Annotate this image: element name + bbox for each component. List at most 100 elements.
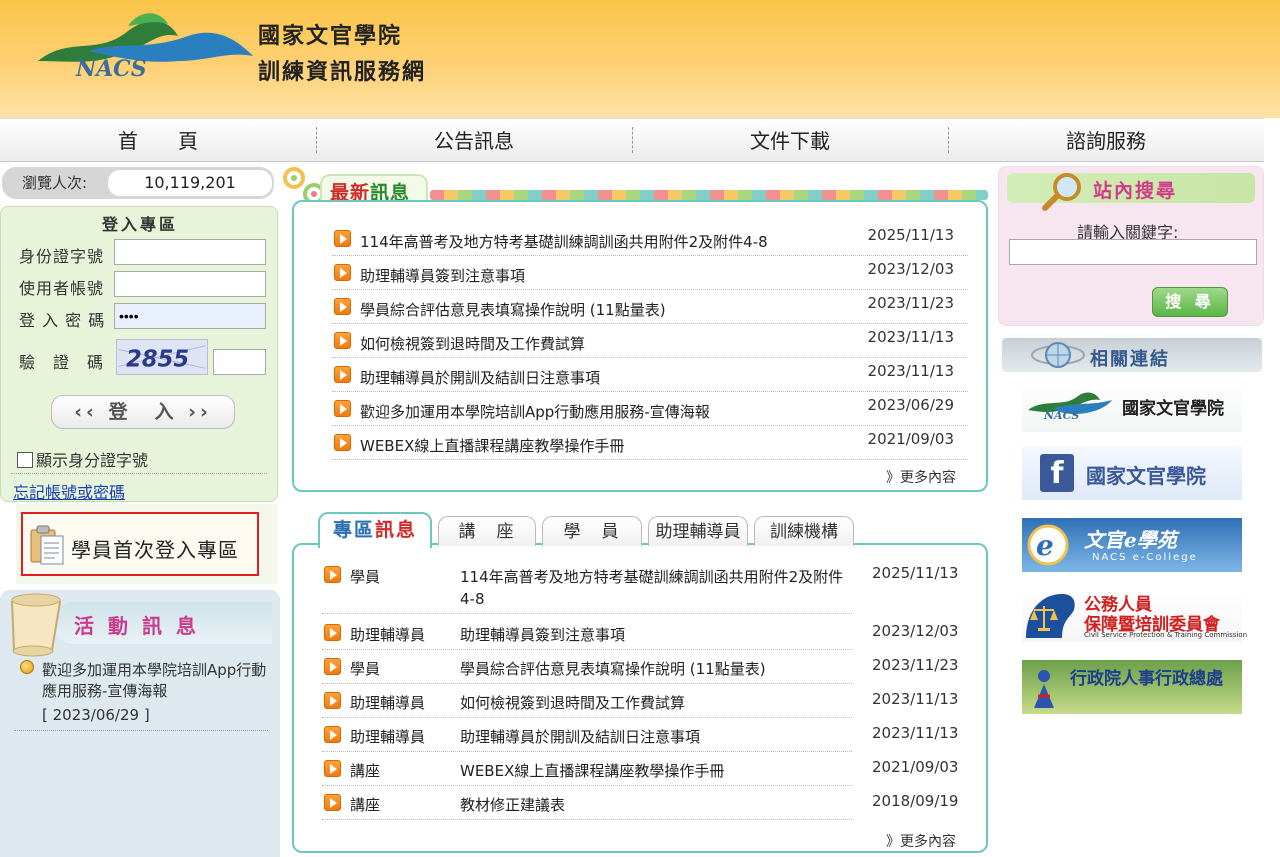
link-facebook-label: 國家文官學院 [1086, 464, 1206, 488]
news-title[interactable]: WEBEX線上直播課程講座教學操作手冊 [360, 435, 624, 456]
tab-lecturer[interactable]: 講 座 [438, 516, 536, 546]
activity-bullet-icon [20, 660, 34, 674]
play-bullet-icon [324, 794, 341, 811]
news-title[interactable]: 助理輔導員於開訓及結訓日注意事項 [360, 367, 600, 388]
news-category: 學員 [350, 568, 381, 586]
password-input[interactable] [114, 303, 266, 329]
tab-special[interactable]: 專區訊息 [318, 512, 432, 548]
nav-announcements[interactable]: 公告訊息 [316, 119, 632, 161]
news-title[interactable]: 114年高普考及地方特考基礎訓練調訓函共用附件2及附件4-8 [460, 566, 852, 610]
activity-item-link[interactable]: 歡迎多加運用本學院培訓App行動應用服務-宣傳海報 [42, 660, 268, 702]
latest-rainbow-bar [430, 190, 988, 200]
link-dgpa[interactable]: 行政院人事行政總處 [1022, 660, 1242, 714]
activity-title: 活動訊息 [74, 614, 210, 638]
news-date: 2021/09/03 [872, 758, 959, 776]
news-category: 助理輔導員 [350, 626, 426, 644]
news-category: 講座 [350, 796, 381, 814]
link-nacs-label: 國家文官學院 [1122, 399, 1224, 419]
latest-news-row[interactable]: WEBEX線上直播課程講座教學操作手冊 2021/09/03 [332, 426, 968, 460]
search-input[interactable] [1009, 239, 1257, 265]
globe-icon [1031, 342, 1085, 368]
site-title-line2: 訓練資訊服務網 [258, 59, 427, 85]
account-input[interactable] [114, 271, 266, 297]
news-title[interactable]: 如何檢視簽到退時間及工作費試算 [460, 692, 852, 714]
link-ecollege[interactable]: e 文官e學苑 NACS e-College [1022, 518, 1242, 572]
link-ecollege-sub: NACS e-College [1092, 552, 1198, 563]
account-label: 使用者帳號 [19, 279, 105, 298]
special-news-row[interactable]: 學員 學員綜合評估意見表填寫操作說明 (11點量表) [322, 650, 852, 684]
news-category: 助理輔導員 [350, 694, 426, 712]
latest-news-row[interactable]: 學員綜合評估意見表填寫操作說明 (11點量表) 2023/11/23 [332, 290, 968, 324]
tab-special-label-b: 訊息 [375, 519, 418, 541]
page: NACS 國家文官學院 訓練資訊服務網 首 頁 公告訊息 文件下載 諮詢服務 瀏… [0, 0, 1280, 857]
news-date: 2023/11/13 [872, 690, 959, 708]
news-date: 2023/11/13 [867, 328, 954, 346]
news-title[interactable]: 教材修正建議表 [460, 794, 852, 816]
news-date: 2023/11/23 [867, 294, 954, 312]
news-title[interactable]: 學員綜合評估意見表填寫操作說明 (11點量表) [460, 658, 852, 680]
latest-more-link[interactable]: 》更多內容 [886, 467, 956, 487]
tab-special-label-a: 專區 [332, 519, 375, 541]
special-news-row[interactable]: 講座 WEBEX線上直播課程講座教學操作手冊 [322, 752, 852, 786]
special-news-row[interactable]: 助理輔導員 如何檢視簽到退時間及工作費試算 [322, 684, 852, 718]
news-title[interactable]: 114年高普考及地方特考基礎訓練調訓函共用附件2及附件4-8 [360, 231, 768, 252]
ecollege-e-icon: e [1027, 524, 1069, 566]
visitor-label: 瀏覽人次: [22, 174, 88, 192]
news-date: 2023/12/03 [872, 622, 959, 640]
checkbox-box[interactable] [17, 452, 33, 468]
tab-institution[interactable]: 訓練機構 [754, 516, 854, 546]
play-bullet-icon [334, 298, 351, 315]
captcha-input[interactable] [213, 349, 266, 375]
forgot-account-link[interactable]: 忘記帳號或密碼 [13, 479, 125, 503]
login-button[interactable]: ‹‹ 登 入 ›› [51, 395, 235, 429]
login-divider [11, 473, 267, 474]
show-id-checkbox[interactable]: 顯示身分證字號 [17, 447, 148, 471]
link-dgpa-label: 行政院人事行政總處 [1070, 669, 1223, 689]
latest-news-row[interactable]: 助理輔導員簽到注意事項 2023/12/03 [332, 256, 968, 290]
special-news-row[interactable]: 講座 教材修正建議表 [322, 786, 852, 820]
link-csptc[interactable]: 公務人員 保障暨培訓委員會 Civil Service Protection &… [1022, 588, 1247, 642]
first-login-label: 學員首次登入專區 [71, 538, 239, 562]
search-button[interactable]: 搜 尋 [1152, 287, 1228, 317]
special-more-link[interactable]: 》更多內容 [886, 831, 956, 851]
news-title[interactable]: 助理輔導員簽到注意事項 [460, 624, 852, 646]
dgpa-logo-icon [1034, 670, 1054, 708]
tab-student[interactable]: 學 員 [542, 516, 642, 546]
special-news-row[interactable]: 助理輔導員 助理輔導員簽到注意事項 [322, 616, 852, 650]
news-title[interactable]: 歡迎多加運用本學院培訓App行動應用服務-宣傳海報 [360, 401, 710, 422]
site-search-panel: 站內搜尋 請輸入關鍵字: 搜 尋 [998, 166, 1264, 326]
latest-news-row[interactable]: 歡迎多加運用本學院培訓App行動應用服務-宣傳海報 2023/06/29 [332, 392, 968, 426]
id-label: 身份證字號 [19, 247, 105, 266]
nav-consulting[interactable]: 諮詢服務 [948, 119, 1264, 161]
first-login-button[interactable]: 學員首次登入專區 [21, 512, 259, 576]
related-links-header: 相關連結 [1002, 338, 1262, 372]
site-title-line1: 國家文官學院 [258, 23, 403, 49]
news-title[interactable]: 如何檢視簽到退時間及工作費試算 [360, 333, 585, 354]
nacs-mini-logo-text: NACS [1043, 409, 1079, 422]
tab-assistant[interactable]: 助理輔導員 [648, 516, 748, 546]
news-title[interactable]: WEBEX線上直播課程講座教學操作手冊 [460, 760, 852, 782]
latest-news-row[interactable]: 114年高普考及地方特考基礎訓練調訓函共用附件2及附件4-8 2025/11/13 [332, 222, 968, 256]
nav-home[interactable]: 首 頁 [0, 119, 316, 161]
news-category: 助理輔導員 [350, 728, 426, 746]
news-date: 2023/12/03 [867, 260, 954, 278]
news-title[interactable]: 助理輔導員於開訓及結訓日注意事項 [460, 726, 852, 748]
activity-panel: 活動訊息 歡迎多加運用本學院培訓App行動應用服務-宣傳海報 [ 2023/06… [0, 590, 280, 857]
magnifier-icon [1042, 173, 1081, 211]
link-facebook[interactable]: f 國家文官學院 [1022, 446, 1242, 500]
news-category: 講座 [350, 762, 381, 780]
nacs-logo[interactable]: NACS [28, 6, 258, 86]
id-input[interactable] [114, 239, 266, 265]
news-category: 學員 [350, 660, 381, 678]
captcha-label: 驗 證 碼 [19, 353, 105, 372]
latest-news-row[interactable]: 助理輔導員於開訓及結訓日注意事項 2023/11/13 [332, 358, 968, 392]
play-bullet-icon [334, 332, 351, 349]
nav-downloads[interactable]: 文件下載 [632, 119, 948, 161]
play-bullet-icon [334, 366, 351, 383]
news-title[interactable]: 學員綜合評估意見表填寫操作說明 (11點量表) [360, 299, 666, 320]
special-news-row[interactable]: 助理輔導員 助理輔導員於開訓及結訓日注意事項 [322, 718, 852, 752]
news-title[interactable]: 助理輔導員簽到注意事項 [360, 265, 525, 286]
special-news-row[interactable]: 學員 114年高普考及地方特考基礎訓練調訓函共用附件2及附件4-8 [322, 558, 852, 614]
link-nacs[interactable]: NACS 國家文官學院 [1022, 378, 1242, 432]
latest-news-row[interactable]: 如何檢視簽到退時間及工作費試算 2023/11/13 [332, 324, 968, 358]
